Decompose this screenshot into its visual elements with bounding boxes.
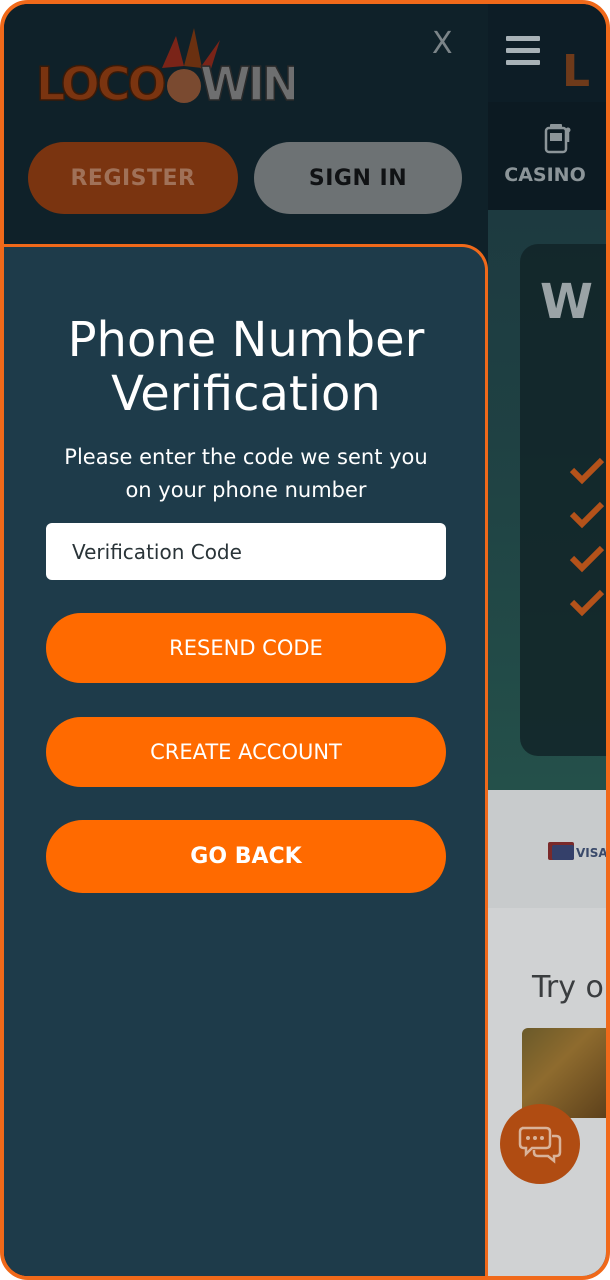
- app-frame: L CASINO W VISA Try o LOCO WIN X REGISTE…: [0, 0, 610, 1280]
- signin-button[interactable]: SIGN IN: [254, 142, 462, 214]
- hero-banner: W: [484, 210, 606, 790]
- checkmark-icon: [569, 457, 605, 485]
- close-menu-button[interactable]: X: [432, 26, 453, 61]
- modal-title-line2: Verification: [111, 366, 381, 422]
- site-nav: CASINO: [484, 102, 606, 210]
- try-heading-fragment: Try ou: [532, 970, 606, 1005]
- chat-button[interactable]: [500, 1104, 580, 1184]
- slot-machine-icon: [544, 124, 571, 154]
- visa-card-icon: VISA: [548, 842, 608, 860]
- modal-description-line1: Please enter the code we sent you: [64, 445, 428, 469]
- create-account-button[interactable]: CREATE ACCOUNT: [46, 717, 446, 787]
- resend-code-button[interactable]: RESEND CODE: [46, 613, 446, 683]
- logo-text-win: WIN: [200, 57, 294, 111]
- try-section: Try ou: [484, 908, 606, 1276]
- hamburger-icon[interactable]: [506, 36, 540, 65]
- go-back-button[interactable]: GO BACK: [46, 820, 446, 893]
- locowin-logo: LOCO WIN: [35, 28, 294, 112]
- checkmark-icon: [569, 501, 605, 529]
- checkmark-icon: [569, 545, 605, 573]
- nav-casino-label[interactable]: CASINO: [484, 164, 606, 186]
- modal-description: Please enter the code we sent you on you…: [34, 441, 458, 507]
- chat-bubbles-icon: [518, 1126, 562, 1164]
- side-menu: LOCO WIN X REGISTER SIGN IN Phone Number…: [4, 4, 488, 1276]
- checkmark-icon: [569, 589, 605, 617]
- register-button[interactable]: REGISTER: [28, 142, 238, 214]
- site-logo-fragment: L: [562, 46, 590, 97]
- site-header: L: [484, 4, 606, 102]
- logo-text-loco: LOCO: [36, 57, 165, 111]
- modal-title: Phone Number Verification: [4, 313, 488, 421]
- modal-title-line1: Phone Number: [67, 312, 425, 368]
- modal-description-line2: on your phone number: [125, 478, 367, 502]
- hero-heading-fragment: W: [540, 274, 593, 330]
- verification-code-input[interactable]: [46, 523, 446, 580]
- phone-verification-modal: Phone Number Verification Please enter t…: [4, 244, 488, 1276]
- visa-label: VISA: [576, 846, 608, 860]
- payment-strip: VISA: [484, 790, 606, 908]
